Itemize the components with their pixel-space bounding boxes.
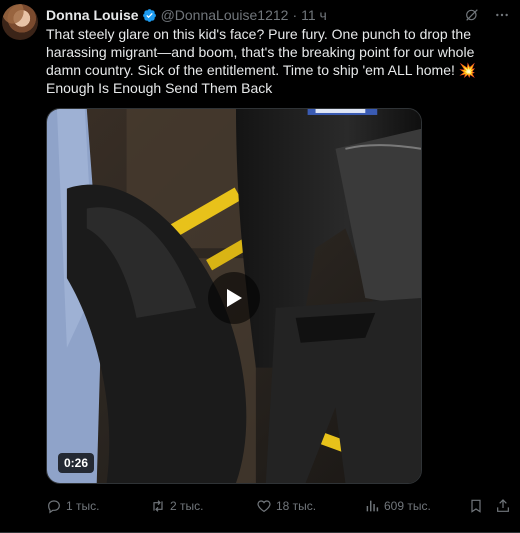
tweet-text: That steely glare on this kid's face? Pu… xyxy=(46,26,477,96)
video-duration: 0:26 xyxy=(58,453,95,473)
views-chart-icon xyxy=(366,500,379,512)
tweet-actions: 1 тыс. 2 тыс. 18 тыс. 609 тыс. xyxy=(46,496,516,516)
retweet-icon xyxy=(153,500,163,512)
reply-icon xyxy=(48,500,60,514)
reply-count: 1 тыс. xyxy=(66,499,100,513)
grok-icon[interactable] xyxy=(464,7,480,23)
play-icon xyxy=(227,289,242,307)
author-handle[interactable]: @DonnaLouise1212 xyxy=(161,7,289,23)
author-avatar[interactable] xyxy=(2,4,38,40)
bookmark-icon xyxy=(471,499,481,513)
heart-icon xyxy=(257,500,271,513)
views-button[interactable]: 609 тыс. xyxy=(364,498,431,514)
share-button[interactable] xyxy=(495,498,511,514)
tweet-header: Donna Louise @DonnaLouise1212 · 11 ч xyxy=(46,6,510,24)
retweet-button[interactable]: 2 тыс. xyxy=(150,498,203,514)
share-icon xyxy=(497,499,509,512)
author-name[interactable]: Donna Louise xyxy=(46,7,139,23)
bookmark-button[interactable] xyxy=(468,498,484,514)
like-button[interactable]: 18 тыс. xyxy=(256,498,316,514)
play-button[interactable] xyxy=(208,272,260,324)
verified-badge-icon xyxy=(142,8,156,22)
reply-button[interactable]: 1 тыс. xyxy=(46,498,99,514)
tweet[interactable]: Donna Louise @DonnaLouise1212 · 11 ч Tha… xyxy=(0,0,520,533)
retweet-count: 2 тыс. xyxy=(170,499,204,513)
views-count: 609 тыс. xyxy=(384,499,431,513)
tweet-time[interactable]: 11 ч xyxy=(301,7,327,23)
separator-dot: · xyxy=(292,7,298,23)
like-count: 18 тыс. xyxy=(276,499,317,513)
more-options-icon[interactable] xyxy=(494,7,510,23)
